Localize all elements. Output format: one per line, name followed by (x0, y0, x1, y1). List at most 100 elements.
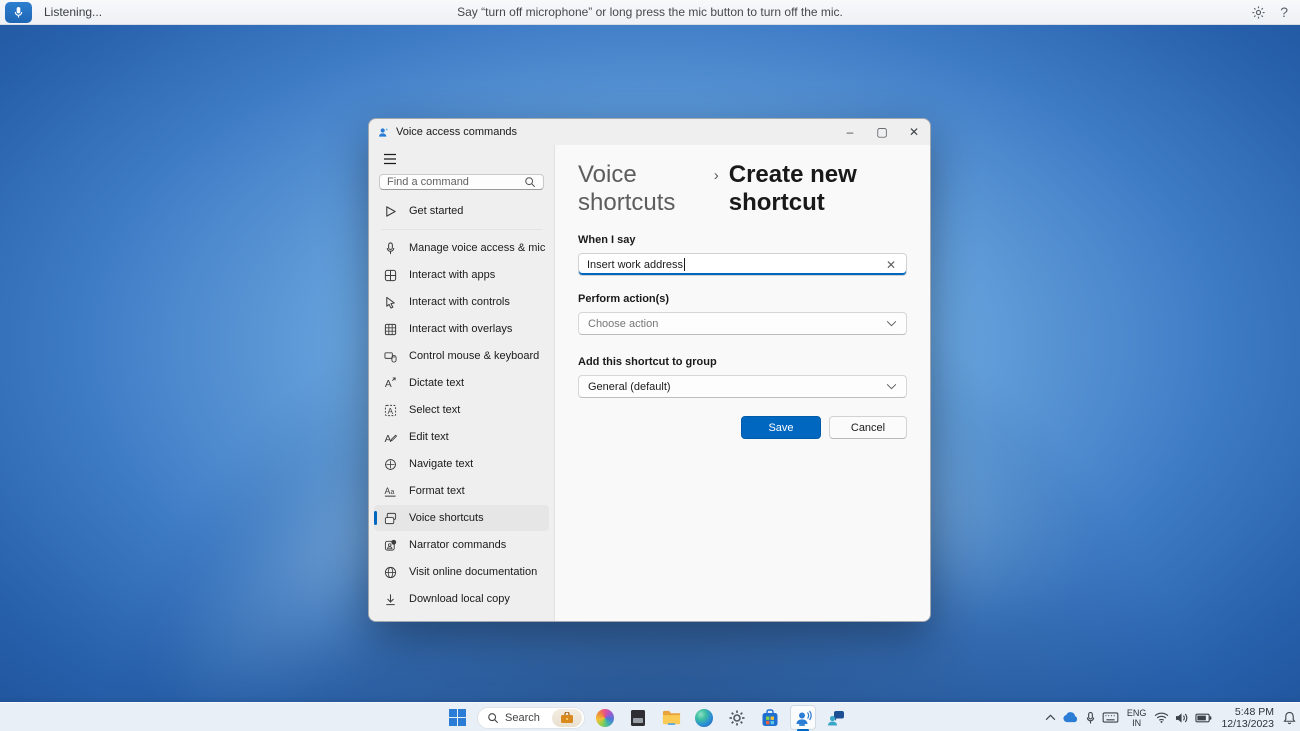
svg-text:A: A (384, 379, 391, 390)
edit-text-icon: A (382, 429, 398, 445)
cursor-icon (382, 294, 398, 310)
svg-text:A: A (384, 434, 391, 444)
hamburger-icon (384, 154, 396, 165)
tray-microphone-icon[interactable] (1085, 711, 1096, 725)
folder-icon (662, 710, 680, 725)
sidebar-item-online-documentation[interactable]: Visit online documentation (374, 559, 549, 585)
taskbar-settings-app[interactable] (724, 705, 750, 730)
overlay-grid-icon (382, 321, 398, 337)
gear-icon (729, 710, 745, 725)
taskbar: Search ENG IN 5:48 PM 12/13/2023 (0, 702, 1300, 731)
breadcrumb-voice-shortcuts[interactable]: Voice shortcuts (578, 161, 704, 217)
minimize-button[interactable]: – (834, 119, 866, 145)
commands-sidebar: Find a command Get started Manage voice … (369, 145, 555, 621)
sidebar-item-narrator-commands[interactable]: Narrator commands (374, 532, 549, 558)
sidebar-item-download-local-copy[interactable]: Download local copy (374, 586, 549, 612)
sidebar-item-interact-with-controls[interactable]: Interact with controls (374, 289, 549, 315)
svg-text:a: a (390, 488, 394, 495)
taskbar-search-box[interactable]: Search (477, 706, 585, 729)
microphone-icon (14, 6, 23, 18)
voice-access-bar: Listening... Say “turn off microphone” o… (0, 0, 1300, 25)
voice-access-commands-window: Voice access commands – ▢ ✕ Find a comma… (368, 118, 931, 622)
create-shortcut-panel: Voice shortcuts › Create new shortcut Wh… (555, 145, 930, 621)
sidebar-item-format-text[interactable]: Aa Format text (374, 478, 549, 504)
taskbar-edge-browser[interactable] (691, 705, 717, 730)
tray-chevron-up-icon[interactable] (1045, 714, 1056, 721)
voice-help-icon[interactable]: ? (1280, 5, 1288, 19)
sidebar-item-interact-with-apps[interactable]: Interact with apps (374, 262, 549, 288)
group-dropdown[interactable]: General (default) (578, 375, 907, 398)
taskbar-person-chat-app[interactable] (823, 705, 849, 730)
battery-icon[interactable] (1195, 713, 1212, 723)
sidebar-item-select-text[interactable]: A Select text (374, 397, 549, 423)
chevron-down-icon (886, 383, 897, 390)
find-command-search[interactable]: Find a command (379, 173, 544, 190)
cancel-button[interactable]: Cancel (829, 416, 907, 439)
perform-actions-label: Perform action(s) (578, 293, 670, 305)
voice-hint-text: Say “turn off microphone” or long press … (457, 5, 843, 19)
laptop-icon (631, 709, 645, 726)
photos-icon (596, 708, 614, 727)
touch-keyboard-icon[interactable] (1102, 712, 1119, 723)
breadcrumb-chevron-icon: › (713, 167, 719, 184)
voice-shortcuts-icon (382, 510, 398, 526)
svg-text:A: A (384, 485, 390, 495)
voice-access-app-icon (379, 127, 389, 137)
save-button[interactable]: Save (741, 416, 821, 439)
sidebar-footer: Visit online documentation Download loca… (369, 559, 554, 613)
sidebar-item-navigate-text[interactable]: Navigate text (374, 451, 549, 477)
choose-action-dropdown[interactable]: Choose action (578, 312, 907, 335)
window-titlebar[interactable]: Voice access commands – ▢ ✕ (369, 119, 930, 145)
sidebar-item-dictate-text[interactable]: A Dictate text (374, 370, 549, 396)
sidebar-item-control-mouse-keyboard[interactable]: Control mouse & keyboard (374, 343, 549, 369)
play-icon (382, 203, 398, 219)
notification-bell-icon[interactable] (1283, 711, 1296, 725)
sidebar-divider (381, 229, 542, 230)
search-placeholder: Find a command (387, 175, 469, 188)
taskbar-store-app[interactable] (757, 705, 783, 730)
taskbar-photos-app[interactable] (592, 705, 618, 730)
clear-input-button[interactable]: ✕ (884, 258, 898, 272)
search-highlight-icon[interactable] (552, 708, 582, 727)
narrator-icon (382, 537, 398, 553)
taskbar-voice-access-app-active[interactable] (790, 705, 816, 731)
mic-icon (382, 240, 398, 256)
sidebar-item-interact-with-overlays[interactable]: Interact with overlays (374, 316, 549, 342)
search-icon (488, 712, 499, 723)
breadcrumb: Voice shortcuts › Create new shortcut (578, 161, 907, 217)
sidebar-nav-list: Get started Manage voice access & mic In… (369, 198, 554, 559)
search-icon (525, 177, 536, 188)
mouse-keyboard-icon (382, 348, 398, 364)
volume-icon[interactable] (1175, 712, 1189, 724)
taskbar-search-placeholder: Search (505, 711, 540, 724)
clock[interactable]: 5:48 PM 12/13/2023 (1218, 706, 1277, 730)
when-i-say-value: Insert work address (587, 258, 683, 271)
text-caret (683, 258, 685, 271)
hamburger-menu-button[interactable] (375, 151, 405, 168)
microphone-button[interactable] (5, 1, 32, 23)
maximize-button[interactable]: ▢ (866, 119, 898, 145)
sidebar-item-edit-text[interactable]: A Edit text (374, 424, 549, 450)
dictate-text-icon: A (382, 375, 398, 391)
taskbar-file-explorer[interactable] (658, 705, 684, 730)
start-button[interactable] (444, 705, 470, 730)
svg-text:A: A (387, 405, 393, 415)
sidebar-item-manage-voice-access[interactable]: Manage voice access & mic (374, 235, 549, 261)
select-text-icon: A (382, 402, 398, 418)
onedrive-cloud-icon[interactable] (1062, 712, 1079, 723)
group-value: General (default) (588, 380, 671, 393)
language-indicator[interactable]: ENG IN (1125, 708, 1149, 728)
store-icon (762, 708, 778, 726)
wifi-icon[interactable] (1154, 712, 1169, 723)
voice-access-icon (796, 710, 812, 726)
sidebar-item-get-started[interactable]: Get started (374, 198, 549, 224)
when-i-say-input[interactable]: Insert work address ✕ (578, 253, 907, 276)
tray-date: 12/13/2023 (1221, 717, 1274, 730)
taskbar-device-app[interactable] (625, 705, 651, 730)
sidebar-item-voice-shortcuts[interactable]: Voice shortcuts (374, 505, 549, 531)
when-i-say-label: When I say (578, 234, 636, 246)
format-text-icon: Aa (382, 483, 398, 499)
close-button[interactable]: ✕ (898, 119, 930, 145)
voice-settings-gear-icon[interactable] (1251, 5, 1266, 20)
dialog-actions: Save Cancel (578, 416, 907, 439)
